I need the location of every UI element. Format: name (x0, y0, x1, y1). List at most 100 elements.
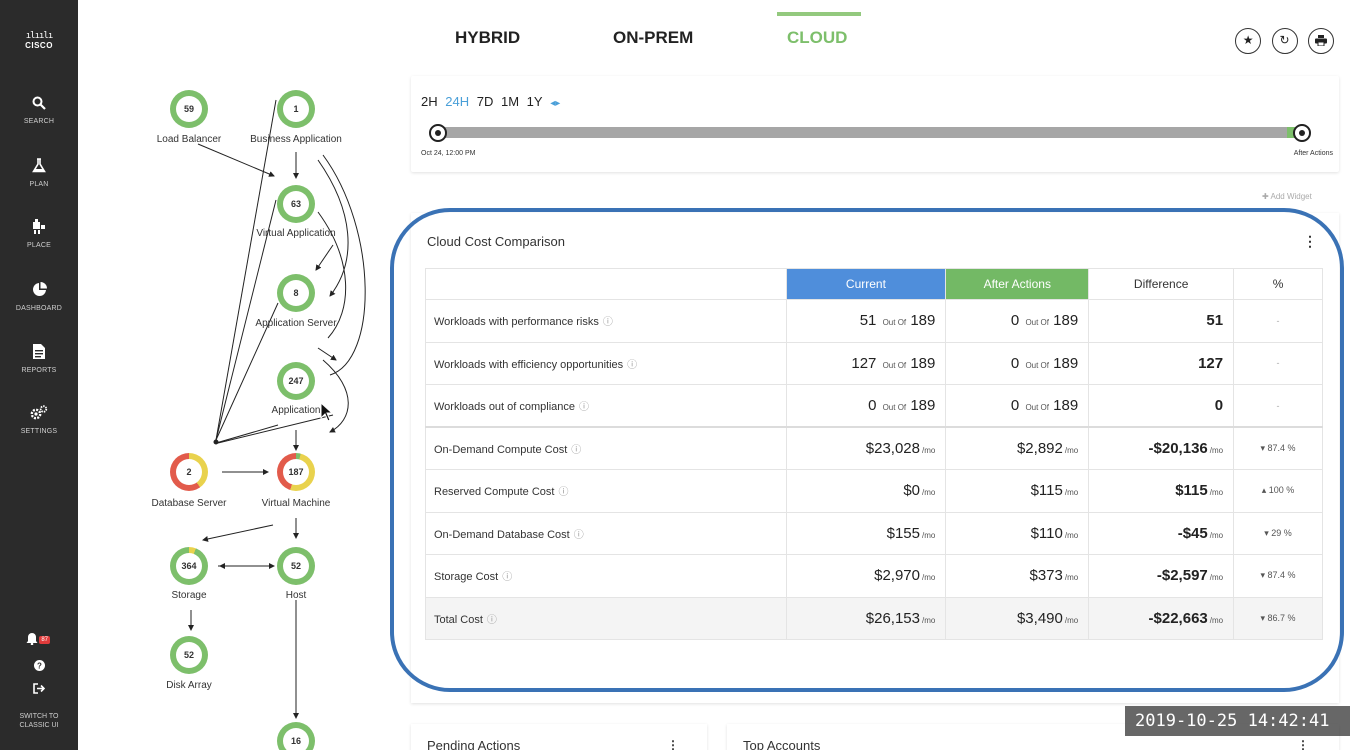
info-icon[interactable]: ⓘ (502, 572, 512, 583)
range-24h[interactable]: 24H (445, 94, 469, 109)
table-row: On-Demand Compute Cost ⓘ $23,028/mo $2,89… (425, 426, 1323, 470)
metric-cell: Total Cost ⓘ (425, 596, 787, 640)
sidebar-item-place[interactable]: PLACE (0, 219, 78, 249)
refresh-button[interactable]: ↻ (1271, 28, 1298, 54)
timeline-end-handle[interactable] (1293, 124, 1311, 142)
per-month-label: /mo (1064, 488, 1079, 498)
current-value: $0 (903, 482, 920, 500)
info-icon[interactable]: ⓘ (487, 615, 497, 626)
difference-value: -$2,597 (1156, 567, 1208, 585)
topology-node-application-server[interactable]: 8 (277, 274, 315, 312)
metric-label: On-Demand Compute Cost (434, 444, 568, 456)
sidebar-item-plan[interactable]: PLAN (0, 158, 78, 188)
card-menu-button[interactable]: ⋮ (1297, 738, 1309, 750)
info-icon[interactable]: ⓘ (574, 530, 584, 541)
app-window: ılıılı CISCO SEARCH PLAN PLACE DASHBOARD… (0, 0, 1350, 750)
print-button[interactable] (1308, 28, 1334, 54)
range-1m[interactable]: 1M (501, 94, 519, 109)
range-2h[interactable]: 2H (421, 94, 438, 109)
tab-on-prem[interactable]: ON-PREM (613, 28, 693, 48)
topology-node-virtual-application[interactable]: 63 (277, 185, 315, 223)
per-month-label: /mo (922, 573, 936, 583)
info-icon[interactable]: ⓘ (603, 317, 613, 328)
topology-node-load-balancer[interactable]: 59 (170, 90, 208, 128)
out-of-label: Out Of (882, 360, 907, 370)
range-toggle-icon[interactable]: ◂▸ (550, 98, 560, 109)
per-month-label: /mo (922, 488, 936, 498)
cisco-logo[interactable]: ılıılı CISCO (12, 31, 66, 51)
difference-cell: $115/mo (1088, 469, 1235, 513)
per-month-label: /mo (1064, 446, 1079, 455)
sidebar-item-dashboard[interactable]: DASHBOARD (0, 282, 78, 312)
timeline-slider-track[interactable] (437, 127, 1303, 138)
card-menu-button[interactable]: ⋮ (1303, 233, 1317, 250)
topology-node-virtual-machine[interactable]: 187 (277, 453, 315, 491)
node-count: 59 (176, 96, 202, 122)
topology-node-bottom[interactable]: 16 (277, 722, 315, 750)
per-month-label: /mo (1209, 488, 1224, 498)
per-month-label: /mo (1209, 530, 1224, 540)
per-month-label: /mo (922, 615, 936, 625)
current-column-header: Current (785, 268, 947, 300)
help-button[interactable]: ? (0, 660, 78, 674)
current-cell: 51 Out Of 189 (785, 299, 947, 343)
current-cell: 0 Out Of 189 (785, 384, 947, 428)
node-ring: 52 (170, 636, 208, 674)
sidebar-item-label: PLAN (29, 181, 49, 188)
notifications-button[interactable]: 87 (0, 632, 78, 648)
sidebar-item-label: DASHBOARD (15, 305, 63, 312)
node-count: 187 (283, 459, 309, 485)
current-total: 189 (910, 354, 936, 372)
after-cell: 0 Out Of 189 (945, 341, 1090, 385)
info-icon[interactable]: ⓘ (579, 402, 589, 413)
recording-timestamp: 2019-10-25 14:42:41 (1125, 706, 1350, 736)
tab-hybrid[interactable]: HYBRID (455, 28, 520, 48)
notification-badge: 87 (39, 636, 51, 644)
sidebar: ılıılı CISCO SEARCH PLAN PLACE DASHBOARD… (0, 0, 78, 750)
percent-cell: ▾ 87.4 % (1233, 426, 1323, 470)
favorite-button[interactable]: ★ (1235, 28, 1262, 54)
percent-cell: - (1233, 341, 1323, 385)
after-cell: $373/mo (945, 554, 1090, 598)
node-count: 52 (283, 553, 309, 579)
difference-cell: -$20,136/mo (1088, 426, 1235, 470)
topology-node-application[interactable]: 247 (277, 362, 315, 400)
after-value: $373 (1029, 567, 1063, 585)
cloud-cost-comparison-card: Cloud Cost Comparison ⋮ Current After Ac… (411, 213, 1339, 703)
range-7d[interactable]: 7D (477, 94, 494, 109)
percent-cell: - (1233, 384, 1323, 428)
tab-cloud[interactable]: CLOUD (787, 28, 847, 48)
topology-node-host[interactable]: 52 (277, 547, 315, 585)
sidebar-item-reports[interactable]: REPORTS (0, 344, 78, 374)
node-ring: 2 (170, 453, 208, 491)
metric-cell: On-Demand Database Cost ⓘ (425, 511, 787, 555)
range-1y[interactable]: 1Y (527, 94, 543, 109)
per-month-label: /mo (1209, 446, 1224, 455)
current-cell: $2,970/mo (785, 554, 947, 598)
card-menu-button[interactable]: ⋮ (667, 738, 679, 750)
add-widget-button[interactable]: ✚ Add Widget (1262, 192, 1312, 201)
total-row: Total Cost ⓘ $26,153/mo $3,490/mo -$22,66… (425, 596, 1323, 640)
switch-to-classic-link[interactable]: SWITCH TO CLASSIC UI (0, 712, 78, 730)
sidebar-item-settings[interactable]: SETTINGS (0, 405, 78, 435)
topology-node-database-server[interactable]: 2 (170, 453, 208, 491)
after-cell: $2,892/mo (945, 426, 1090, 470)
logout-button[interactable] (0, 683, 78, 697)
after-value: $2,892 (1016, 440, 1063, 457)
topology-node-business-application[interactable]: 1 (277, 90, 315, 128)
sidebar-item-label: REPORTS (21, 367, 57, 374)
help-icon: ? (33, 660, 45, 674)
topology-node-storage[interactable]: 364 (170, 547, 208, 585)
info-icon[interactable]: ⓘ (558, 487, 568, 498)
logo-bars: ılıılı (25, 31, 54, 41)
current-cell: 127 Out Of 189 (785, 341, 947, 385)
timeline-start-handle[interactable] (429, 124, 447, 142)
info-icon[interactable]: ⓘ (627, 360, 637, 371)
sidebar-item-search[interactable]: SEARCH (0, 96, 78, 125)
node-ring: 59 (170, 90, 208, 128)
metric-cell: On-Demand Compute Cost ⓘ (425, 426, 787, 470)
topology-node-disk-array[interactable]: 52 (170, 636, 208, 674)
info-icon[interactable]: ⓘ (571, 445, 581, 456)
current-cell: $155/mo (785, 511, 947, 555)
current-value: 51 (859, 312, 877, 330)
